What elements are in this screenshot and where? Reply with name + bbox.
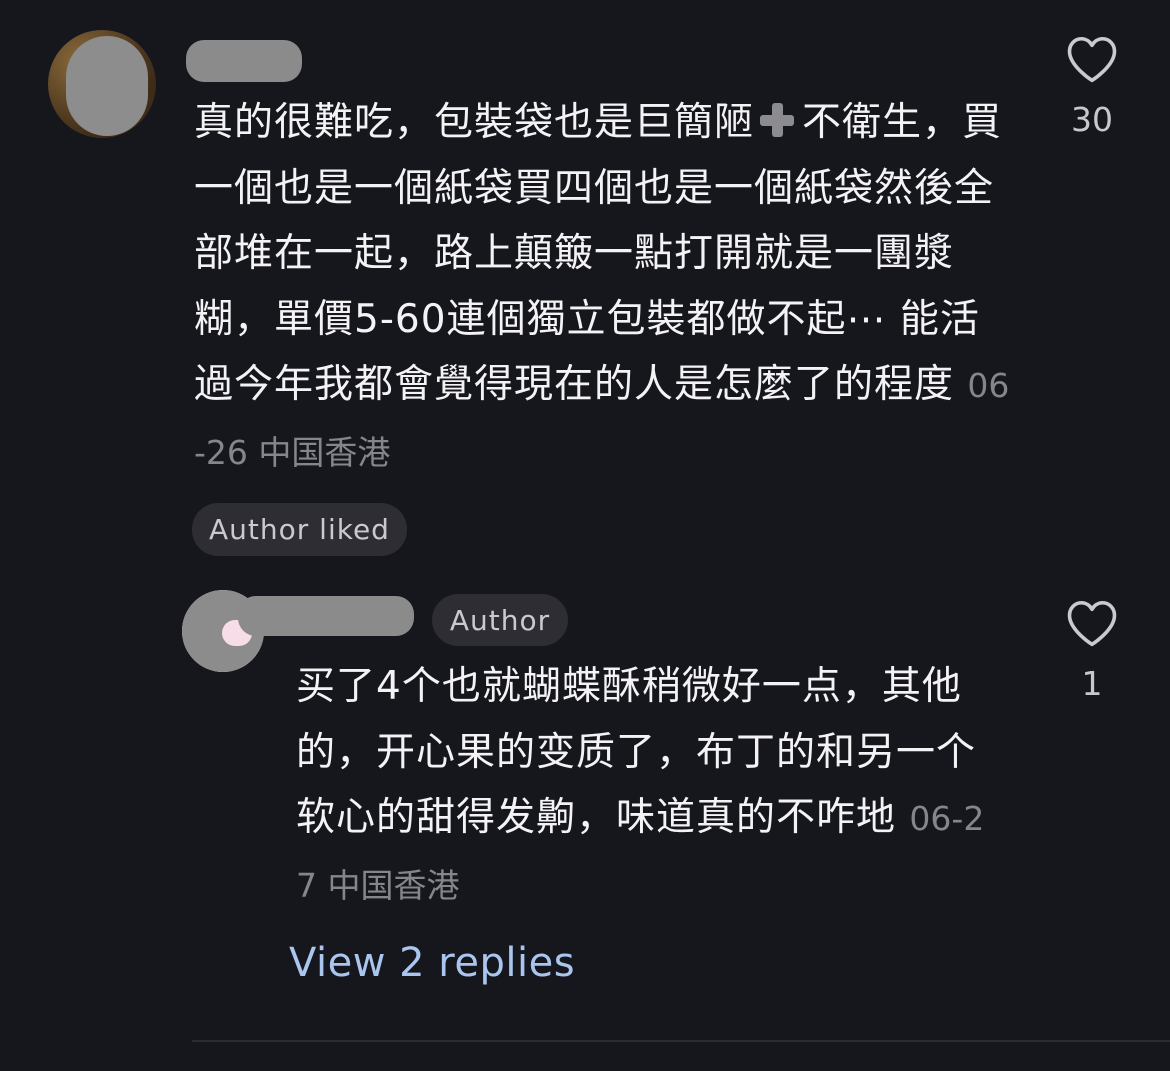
reply-location: 中国香港 [327, 865, 460, 905]
heart-outline-icon [1067, 600, 1117, 647]
divider [192, 1040, 1170, 1042]
reply-text: 买了4个也就蝴蝶酥稍微好一点，其他的，开心果的变质了，布丁的和另一个软心的甜得发… [296, 664, 977, 840]
reply-body: 买了4个也就蝴蝶酥稍微好一点，其他的，开心果的变质了，布丁的和另一个软心的甜得发… [296, 654, 996, 918]
reply-like-button[interactable] [1065, 598, 1119, 648]
comment-text-end: 不衛生，買一個也是一個紙袋買四個也是一個紙袋然後全部堆在一起，路上顛簸一點打開就… [194, 100, 1003, 407]
reply-author-name-redacted[interactable] [238, 596, 414, 636]
commenter-name-redacted[interactable] [186, 40, 302, 82]
view-replies-link[interactable]: View 2 replies [289, 940, 575, 986]
avatar-redaction [66, 36, 148, 136]
author-tag: Author [432, 594, 568, 646]
comment-location: 中国香港 [258, 432, 391, 472]
author-liked-badge: Author liked [192, 503, 407, 556]
heavy-plus-emoji-icon [760, 103, 795, 137]
comment-text-start: 真的很難吃，包裝袋也是巨簡陋 [194, 100, 755, 145]
comment-like-button[interactable] [1065, 34, 1119, 84]
reply-like-count: 1 [1081, 664, 1103, 703]
comment-like-count: 30 [1071, 100, 1113, 139]
commenter-avatar[interactable] [48, 30, 156, 138]
heart-outline-icon [1067, 36, 1117, 83]
comment-body: 真的很難吃，包裝袋也是巨簡陋 不衛生，買一個也是一個紙袋買四個也是一個紙袋然後全部… [194, 90, 1014, 485]
